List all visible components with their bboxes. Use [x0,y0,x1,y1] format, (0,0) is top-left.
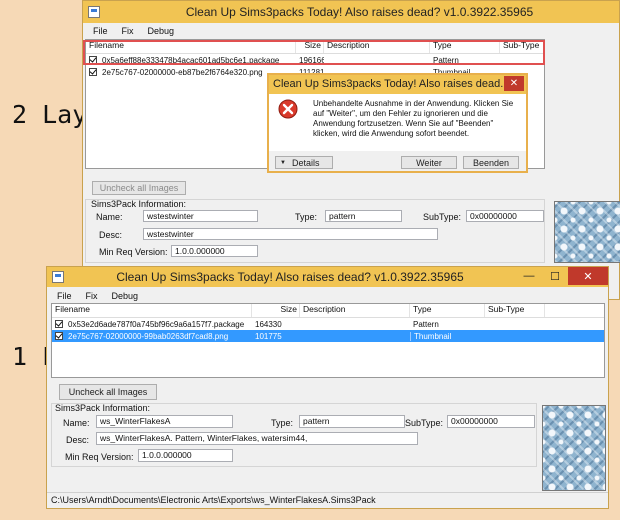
front-menu-bar: File Fix Debug [47,287,608,304]
type-label: Type: [271,418,294,428]
row-type: Pattern [413,319,439,329]
back-subtype-field[interactable]: 0x00000000 [466,210,544,222]
dialog-close-button[interactable]: ✕ [504,76,524,91]
table-row[interactable]: 0x53e2d6ade787f0a745bf96c9a6a157f7.packa… [52,318,604,330]
menu-debug[interactable]: Debug [112,291,139,301]
col-subtype[interactable]: Sub-Type [485,304,545,317]
minreq-field[interactable]: 1.0.0.000000 [138,449,233,462]
row-filename: 0x53e2d6ade787f0a745bf96c9a6a157f7.packa… [68,319,245,329]
thumbnail-image [542,405,606,491]
list-header: Filename Size Description Type Sub-Type [52,304,604,318]
details-button-label: Details [291,157,320,168]
info-title: Sims3Pack Information: [55,403,151,413]
row-size: 164330 [255,319,282,329]
menu-file[interactable]: File [93,26,108,36]
error-icon [278,99,298,119]
col-description[interactable]: Description [300,304,410,317]
back-desc-label: Desc: [99,230,123,240]
type-field[interactable]: pattern [299,415,405,428]
menu-debug[interactable]: Debug [148,26,175,36]
back-window-title: Clean Up Sims3packs Today! Also raises d… [185,5,534,19]
row-checkbox[interactable] [89,68,97,76]
back-name-field[interactable]: wstestwinter [143,210,258,222]
back-title-bar: Clean Up Sims3packs Today! Also raises d… [83,1,619,23]
name-label: Name: [63,418,90,428]
front-title-bar: Clean Up Sims3packs Today! Also raises d… [47,267,608,287]
quit-button[interactable]: Beenden [463,156,519,169]
close-icon: ✕ [509,78,519,89]
col-size[interactable]: Size [252,304,300,317]
dialog-title-bar: Clean Up Sims3packs Today! Also raises d… [269,75,526,94]
back-name-label: Name: [96,212,123,222]
minreq-label: Min Req Version: [65,452,134,462]
maximize-icon: ☐ [550,270,560,283]
back-minreq-field[interactable]: 1.0.0.000000 [171,245,258,257]
front-app-window: Clean Up Sims3packs Today! Also raises d… [46,266,609,509]
uncheck-images-button[interactable]: Uncheck all Images [59,384,157,400]
col-filename[interactable]: Filename [52,304,252,317]
row-checkbox[interactable] [55,332,63,340]
status-bar: C:\Users\Arndt\Documents\Electronic Arts… [47,492,608,508]
dialog-title: Clean Up Sims3packs Today! Also raises d… [273,78,510,90]
app-icon [52,271,64,283]
desc-field[interactable]: ws_WinterFlakesA. Pattern, WinterFlakes,… [96,432,418,445]
dialog-message: Unbehandelte Ausnahme in der Anwendung. … [313,99,514,138]
back-type-label: Type: [295,212,318,222]
subtype-label: SubType: [405,418,444,428]
window-controls: — ☐ ✕ [516,267,608,287]
menu-fix[interactable]: Fix [122,26,134,36]
back-subtype-label: SubType: [423,212,462,222]
minimize-button[interactable]: — [516,267,542,285]
subtype-field[interactable]: 0x00000000 [447,415,535,428]
front-window-title: Clean Up Sims3packs Today! Also raises d… [116,270,464,284]
maximize-button[interactable]: ☐ [542,267,568,285]
close-icon: ✕ [583,270,593,283]
name-field[interactable]: ws_WinterFlakesA [96,415,233,428]
app-icon [88,6,100,18]
front-file-list[interactable]: Filename Size Description Type Sub-Type … [51,303,605,378]
continue-button[interactable]: Weiter [401,156,457,169]
back-menu-bar: File Fix Debug [83,23,619,39]
close-button[interactable]: ✕ [568,267,608,285]
highlight-box [83,40,545,65]
row-checkbox[interactable] [55,320,63,328]
col-type[interactable]: Type [410,304,485,317]
menu-fix[interactable]: Fix [86,291,98,301]
back-thumbnail-image [554,201,620,263]
row-size: 101775 [255,331,282,341]
back-minreq-label: Min Req Version: [99,247,168,257]
row-filename: 2e75c767-02000000-99bab0263df7cad8.png [68,331,229,341]
back-desc-field[interactable]: wstestwinter [143,228,438,240]
back-type-field[interactable]: pattern [325,210,402,222]
error-dialog: Clean Up Sims3packs Today! Also raises d… [267,73,528,173]
expand-icon: ▼ [280,159,286,166]
table-row-selected[interactable]: 2e75c767-02000000-99bab0263df7cad8.png 1… [52,330,604,342]
details-button[interactable]: ▼ Details [275,156,333,169]
back-info-title: Sims3Pack Information: [91,199,187,209]
row-type: Thumbnail [410,331,485,341]
back-uncheck-images-button[interactable]: Uncheck all Images [92,181,186,195]
minimize-icon: — [523,270,535,282]
menu-file[interactable]: File [57,291,72,301]
desc-label: Desc: [66,435,90,445]
